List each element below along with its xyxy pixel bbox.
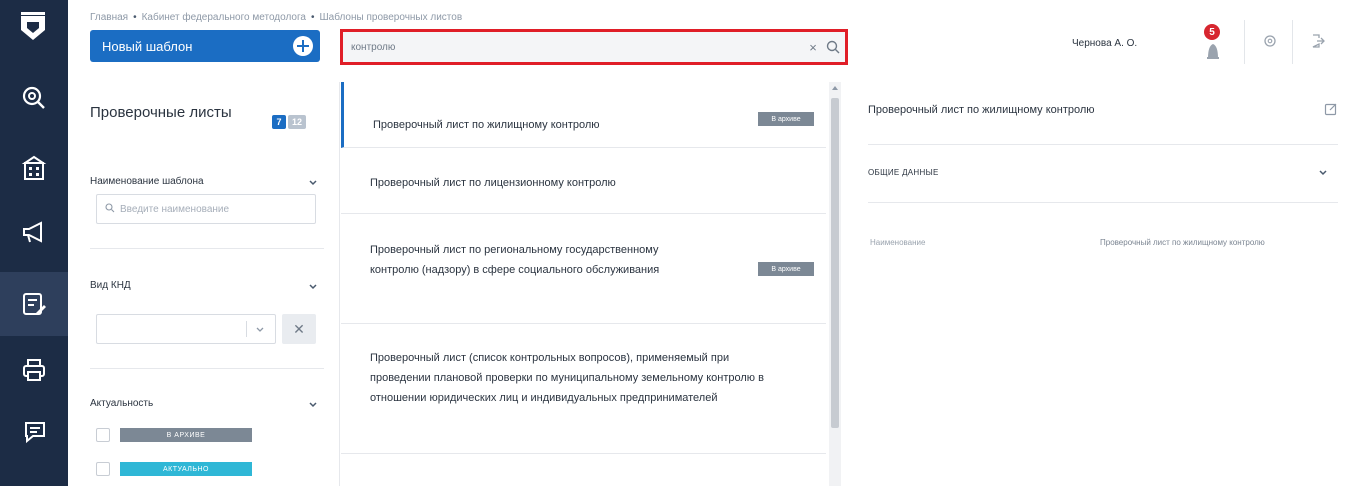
select-separator — [246, 321, 247, 337]
user-name[interactable]: Чернова А. О. — [1072, 38, 1137, 49]
breadcrumb-separator: • — [133, 12, 137, 23]
chevron-down-icon[interactable] — [1318, 168, 1328, 178]
checklist-edit-icon[interactable] — [0, 272, 68, 336]
list-item-title: Проверочный лист (список контрольных воп… — [370, 352, 764, 404]
count-badge-primary: 7 — [272, 115, 286, 129]
filters-panel: Проверочные листы 7 12 Наименование шабл… — [68, 82, 340, 486]
count-badge-secondary: 12 — [288, 115, 306, 129]
chat-icon[interactable] — [14, 412, 54, 452]
list-item[interactable]: Проверочный лист по региональному госуда… — [341, 214, 826, 324]
details-panel: Проверочный лист по жилищному контролю О… — [850, 82, 1352, 486]
new-template-button[interactable]: Новый шаблон — [90, 30, 320, 62]
archive-checkbox[interactable] — [96, 428, 110, 442]
printer-icon[interactable] — [14, 350, 54, 390]
actual-tag: АКТУАЛЬНО — [120, 462, 252, 476]
logout-icon[interactable] — [1310, 33, 1326, 49]
plus-circle-icon — [293, 36, 313, 56]
archive-tag: В АРХИВЕ — [120, 428, 252, 442]
actual-checkbox[interactable] — [96, 462, 110, 476]
list-item[interactable]: Проверочный лист по жилищному контролю В… — [341, 82, 826, 148]
notifications-bell-icon[interactable]: 5 — [1198, 24, 1230, 64]
breadcrumb-item-templates: Шаблоны проверочных листов — [319, 12, 463, 23]
search-icon[interactable] — [14, 78, 54, 118]
scrollbar-thumb[interactable] — [831, 98, 839, 428]
template-name-label: Наименование шаблона — [90, 176, 204, 187]
divider — [868, 144, 1338, 145]
megaphone-icon[interactable] — [14, 212, 54, 252]
list-item-title: Проверочный лист по региональному госуда… — [370, 244, 660, 276]
header-divider — [1244, 20, 1245, 64]
chevron-down-icon[interactable] — [308, 282, 318, 292]
edit-icon[interactable] — [1324, 102, 1338, 116]
filters-title: Проверочные листы — [90, 104, 232, 121]
settings-icon[interactable] — [1262, 33, 1278, 49]
chevron-down-icon[interactable] — [308, 400, 318, 410]
chevron-down-icon[interactable] — [308, 178, 318, 188]
divider — [868, 202, 1338, 203]
list-scrollbar[interactable] — [829, 82, 841, 486]
archive-tag: В архиве — [758, 112, 814, 126]
divider — [90, 368, 324, 369]
relevance-label: Актуальность — [90, 398, 154, 409]
details-title: Проверочный лист по жилищному контролю — [868, 104, 1095, 116]
general-data-section-label[interactable]: ОБЩИЕ ДАННЫЕ — [868, 168, 939, 177]
breadcrumb: Главная • Кабинет федерального методолога •… — [90, 12, 462, 23]
breadcrumb-separator: • — [310, 12, 315, 23]
knd-type-select[interactable] — [96, 314, 276, 344]
scroll-up-icon[interactable] — [832, 86, 838, 90]
notifications-badge: 5 — [1204, 24, 1220, 40]
left-nav-rail — [0, 0, 68, 486]
header-divider — [1292, 20, 1293, 64]
checklist-list: Проверочный лист по жилищному контролю В… — [341, 82, 833, 486]
clear-select-button[interactable]: ✕ — [282, 314, 316, 344]
building-icon[interactable] — [14, 148, 54, 188]
list-item-title: Проверочный лист по лицензионному контро… — [370, 177, 616, 189]
breadcrumb-item-cabinet[interactable]: Кабинет федерального методолога — [142, 12, 306, 23]
search-bar: × — [340, 29, 848, 65]
divider — [90, 248, 324, 249]
field-name-label: Наименование — [870, 238, 926, 247]
template-name-input[interactable]: Введите наименование — [96, 194, 316, 224]
knd-type-label: Вид КНД — [90, 280, 131, 291]
select-arrow-icon — [256, 327, 264, 332]
list-item-title: Проверочный лист по жилищному контролю — [373, 119, 600, 131]
list-item[interactable]: Проверочный лист по лицензионному контро… — [341, 148, 826, 214]
search-input[interactable] — [343, 32, 805, 62]
search-submit-icon[interactable] — [821, 40, 845, 54]
breadcrumb-item-home[interactable]: Главная — [90, 12, 128, 23]
logo-shield-icon[interactable] — [13, 8, 53, 48]
field-name-value: Проверочный лист по жилищному контролю — [1100, 238, 1265, 247]
archive-tag: В архиве — [758, 262, 814, 276]
template-name-placeholder: Введите наименование — [120, 203, 230, 215]
clear-search-icon[interactable]: × — [805, 40, 821, 55]
new-template-label: Новый шаблон — [102, 38, 193, 54]
search-icon — [105, 202, 115, 216]
list-item[interactable]: Проверочный лист (список контрольных воп… — [341, 324, 826, 454]
